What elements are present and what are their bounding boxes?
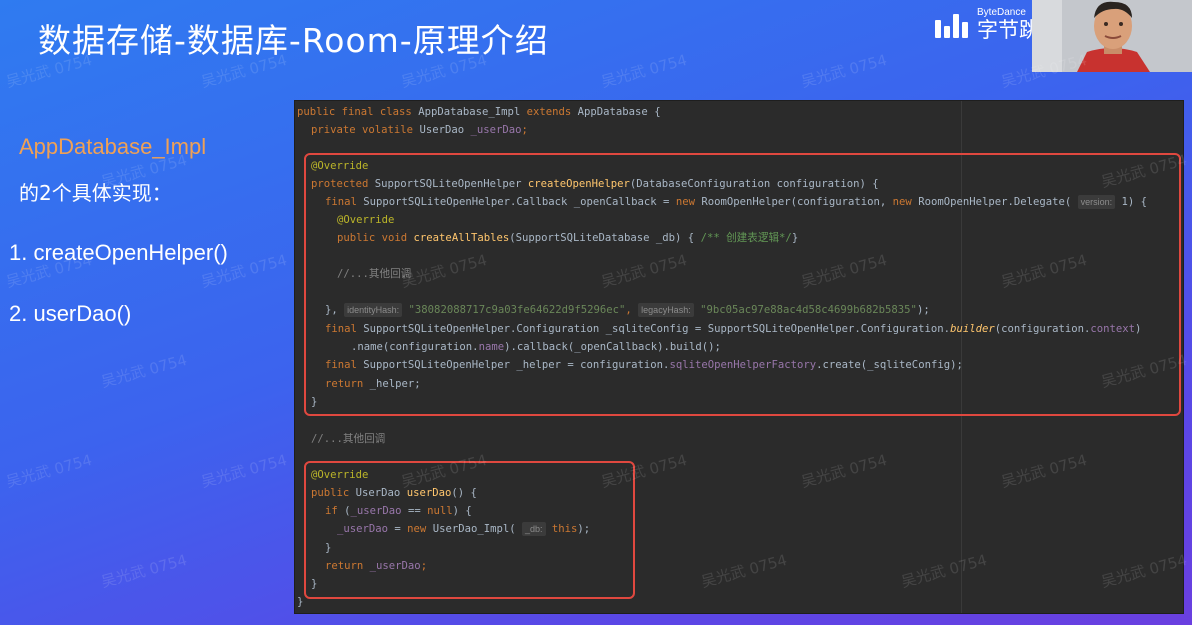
code-editor: public final class AppDatabase_Impl exte… (294, 100, 1184, 614)
code-line-comment-callbacks-2: //...其他回调 (311, 433, 386, 445)
left-panel: AppDatabase_Impl 的2个具体实现： 1. createOpenH… (0, 0, 290, 625)
code-line-2: private volatile UserDao _userDao; (311, 124, 528, 136)
highlight-create-open-helper (304, 153, 1181, 416)
list-item-create-open-helper: 1. createOpenHelper() (9, 240, 228, 265)
presenter-webcam (1032, 0, 1192, 72)
presenter-avatar-icon (1032, 0, 1192, 72)
watermark-text: 吴光武 0754 (799, 50, 889, 92)
logo-text-cn: 字节跳 (977, 18, 1040, 42)
watermark-text: 吴光武 0754 (599, 50, 689, 92)
list-item-user-dao: 2. userDao() (9, 301, 132, 326)
code-line-close-class: } (297, 596, 304, 608)
bytedance-logo: ByteDance 字节跳 (935, 8, 1040, 41)
logo-text-en: ByteDance (977, 7, 1026, 18)
implementation-caption: 的2个具体实现： (19, 181, 172, 205)
bytedance-logo-icon (935, 12, 969, 38)
code-line-1: public final class AppDatabase_Impl exte… (297, 106, 661, 118)
class-name-heading: AppDatabase_Impl (19, 134, 207, 159)
highlight-user-dao (304, 461, 635, 599)
